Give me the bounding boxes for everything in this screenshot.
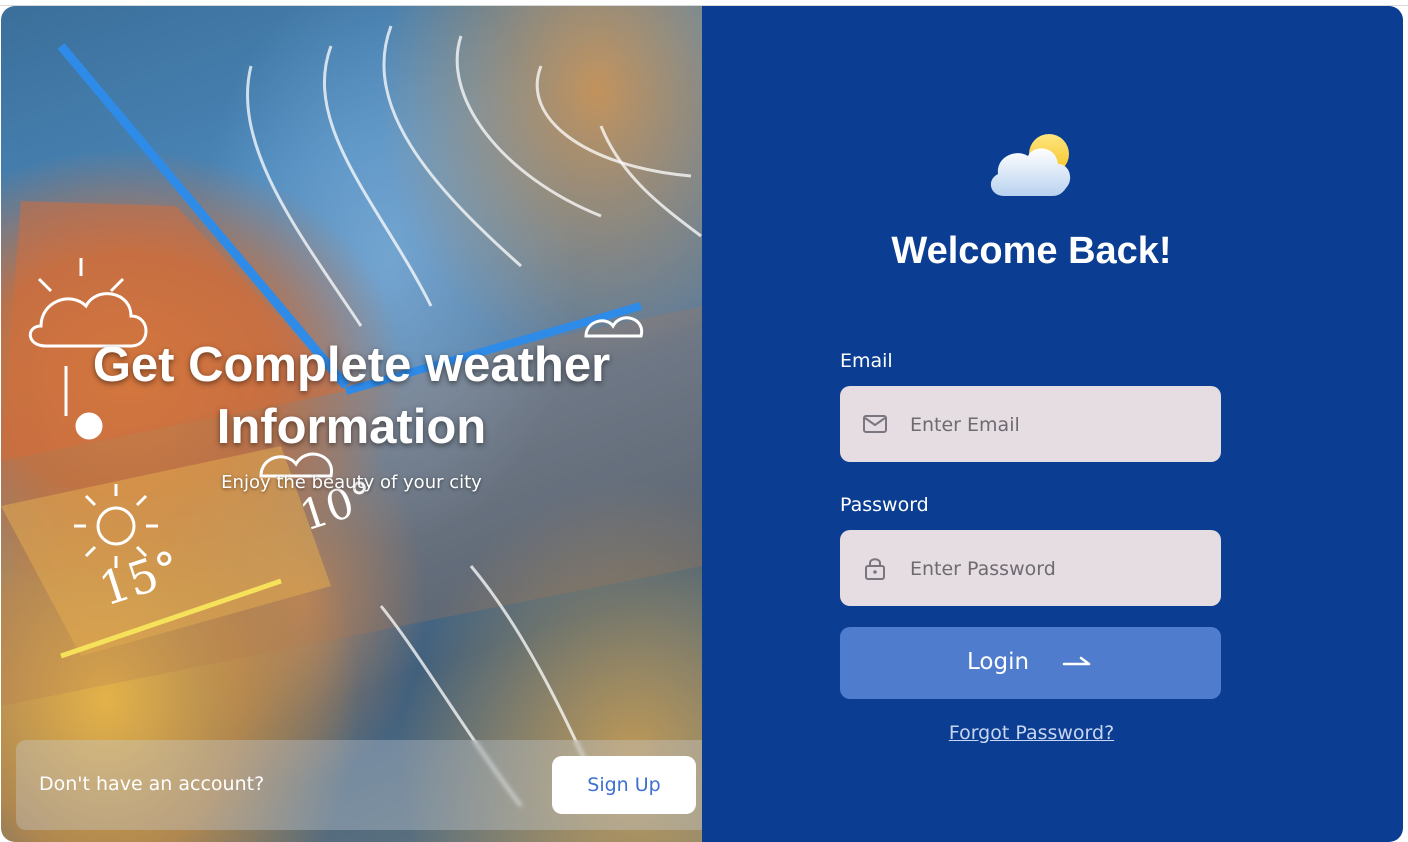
signup-bar: Don't have an account? Sign Up [16,740,702,830]
hero-title-line2: Information [216,400,487,454]
envelope-icon [863,415,887,433]
forgot-password-link[interactable]: Forgot Password? [702,722,1361,744]
hero-panel: 15° 10° Get Complete weather Information… [1,6,702,842]
signup-prompt: Don't have an account? [39,773,265,795]
login-panel: Welcome Back! Email Password Login Forgo… [702,6,1403,842]
hero-subtitle: Enjoy the beauty of your city [221,472,482,493]
arrow-right-icon [1062,656,1091,666]
password-label: Password [840,494,929,516]
welcome-heading: Welcome Back! [891,230,1172,272]
hero-title: Get Complete weather Information [1,334,702,458]
login-button[interactable]: Login [840,627,1221,699]
lock-icon [865,558,885,580]
password-input[interactable] [908,530,1212,608]
login-button-label: Login [967,649,1030,675]
hero-title-line1: Get Complete weather [92,338,611,392]
hero-text: Get Complete weather Information Enjoy t… [1,334,702,493]
email-label: Email [840,350,893,372]
password-field-wrapper [840,530,1221,608]
sign-up-button[interactable]: Sign Up [552,756,696,814]
email-input[interactable] [908,386,1212,464]
cloud-sun-icon [990,134,1071,196]
email-field-wrapper [840,386,1221,464]
